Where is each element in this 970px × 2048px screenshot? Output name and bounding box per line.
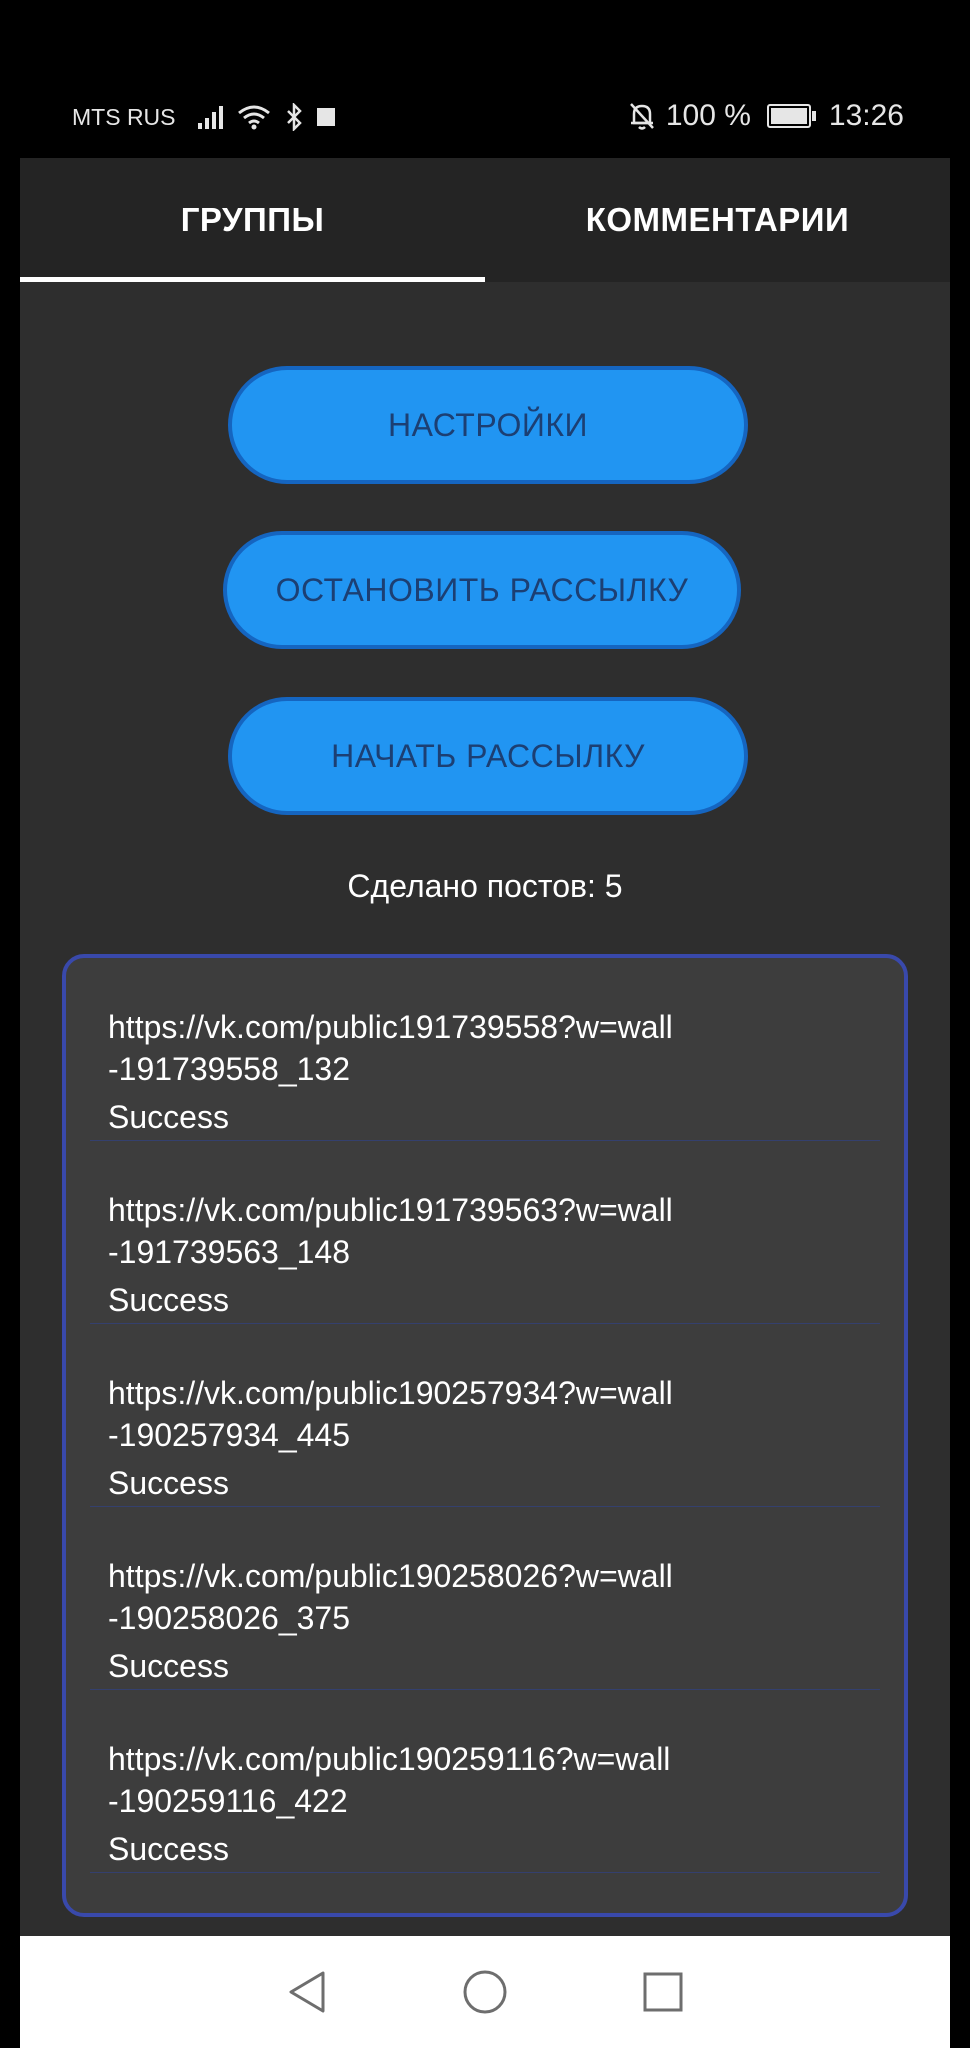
post-status: Success — [108, 1282, 229, 1318]
post-url-line2: -190257934_445 — [108, 1417, 351, 1453]
recents-square-icon — [643, 1972, 683, 2012]
status-left: MTS RUS — [72, 103, 335, 131]
list-item[interactable]: https://vk.com/public190257934?w=wall -1… — [66, 1324, 904, 1507]
post-url-line1: https://vk.com/public190257934?w=wall — [108, 1375, 673, 1411]
post-url-line1: https://vk.com/public191739558?w=wall — [108, 1009, 673, 1045]
bluetooth-icon — [286, 103, 302, 131]
list-item[interactable]: https://vk.com/public190258026?w=wall -1… — [66, 1507, 904, 1690]
battery-icon — [766, 104, 816, 128]
tab-bar: ГРУППЫ КОММЕНТАРИИ — [20, 158, 950, 282]
posts-count-label: Сделано постов: 5 — [347, 868, 623, 904]
home-circle-icon — [463, 1970, 507, 2014]
carrier-name: MTS RUS — [72, 103, 176, 130]
list-item[interactable]: https://vk.com/public191739563?w=wall -1… — [66, 1141, 904, 1324]
app-content: ГРУППЫ КОММЕНТАРИИ НАСТРОЙКИ ОСТАНОВИТЬ … — [20, 158, 950, 1936]
posts-list[interactable]: https://vk.com/public191739558?w=wall -1… — [62, 954, 908, 1917]
tab-comments[interactable]: КОММЕНТАРИИ — [485, 158, 950, 282]
mute-bell-icon — [629, 103, 654, 130]
stop-mailing-button[interactable]: ОСТАНОВИТЬ РАССЫЛКУ — [223, 531, 741, 649]
post-url-line1: https://vk.com/public190258026?w=wall — [108, 1558, 673, 1594]
post-status: Success — [108, 1648, 229, 1684]
square-icon — [316, 108, 335, 126]
clock: 13:26 — [828, 99, 904, 132]
settings-button[interactable]: НАСТРОЙКИ — [228, 366, 748, 484]
post-url-line2: -190259116_422 — [108, 1783, 348, 1819]
status-right: 100 % 13:26 — [628, 99, 904, 133]
post-url-line2: -190258026_375 — [108, 1600, 351, 1636]
phone-screen: MTS RUS 100 % 13:26 ГРУППЫ КОММЕНТАРИИ Н… — [0, 0, 970, 2048]
start-mailing-button[interactable]: НАЧАТЬ РАССЫЛКУ — [228, 697, 748, 815]
back-triangle-icon — [289, 1971, 325, 2013]
active-tab-indicator — [20, 277, 485, 282]
post-status: Success — [108, 1831, 229, 1867]
battery-percent: 100 % — [665, 99, 751, 132]
wifi-icon — [237, 105, 270, 130]
post-url-line1: https://vk.com/public191739563?w=wall — [108, 1192, 673, 1228]
list-item[interactable]: https://vk.com/public191739558?w=wall -1… — [66, 958, 904, 1141]
post-url-line1: https://vk.com/public190259116?w=wall — [108, 1741, 671, 1777]
status-bar: MTS RUS 100 % 13:26 — [0, 0, 970, 158]
post-url-line2: -191739563_148 — [108, 1234, 351, 1270]
signal-icon — [197, 105, 223, 129]
list-item[interactable]: https://vk.com/public190259116?w=wall -1… — [66, 1690, 904, 1873]
back-button[interactable] — [252, 1936, 362, 2048]
navigation-bar — [20, 1936, 950, 2048]
post-status: Success — [108, 1465, 229, 1501]
recents-button[interactable] — [608, 1936, 718, 2048]
post-url-line2: -191739558_132 — [108, 1051, 351, 1087]
post-status: Success — [108, 1099, 229, 1135]
home-button[interactable] — [430, 1936, 540, 2048]
tab-groups[interactable]: ГРУППЫ — [20, 158, 485, 282]
